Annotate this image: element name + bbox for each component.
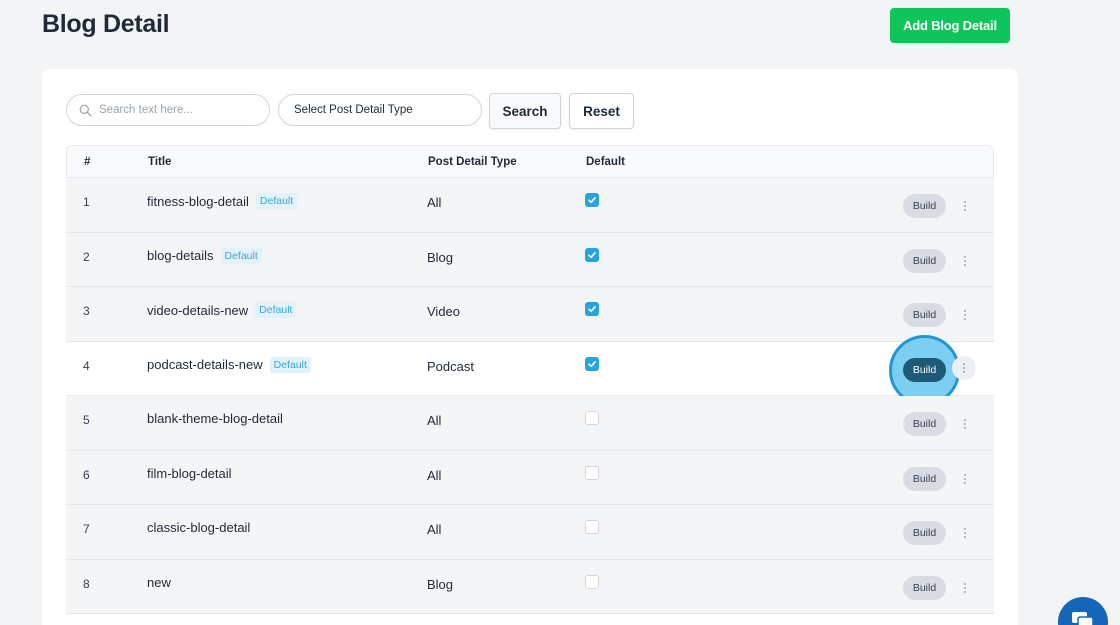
table-row: 1 fitness-blog-detail Default All Build [66,178,994,233]
more-vertical-icon [964,419,966,429]
row-title-cell: blog-details Default [147,247,262,264]
build-button[interactable]: Build [903,357,946,382]
row-post-detail-type: Podcast [427,358,474,374]
page-title: Blog Detail [42,10,170,38]
build-button[interactable]: Build [903,575,946,600]
default-badge: Default [255,302,297,318]
build-button[interactable]: Build [903,521,946,545]
row-title: new [147,574,171,590]
more-options-button[interactable] [959,416,971,432]
column-header-title: Title [148,156,172,168]
row-number: 6 [83,467,90,482]
post-detail-type-select[interactable]: Select Post Detail Type [278,94,482,126]
more-vertical-icon [964,473,966,484]
row-title: classic-blog-detail [147,520,251,535]
more-options-button[interactable] [959,253,971,269]
more-options-button[interactable] [959,471,971,487]
table-row: 2 blog-details Default Blog Build [66,232,994,287]
row-number: 2 [83,249,90,264]
row-post-detail-type: All [427,522,442,537]
table-body: 1 fitness-blog-detail Default All Build 2 blog… [66,178,994,614]
more-options-button[interactable] [959,580,971,596]
row-post-detail-type: Video [427,304,461,319]
chat-icon [1072,612,1094,625]
default-checkbox[interactable] [585,247,599,262]
row-number: 4 [83,358,90,373]
build-button[interactable]: Build [903,248,946,273]
reset-button[interactable]: Reset [569,93,634,129]
more-vertical-icon [964,310,966,320]
row-number: 3 [83,304,90,318]
row-title-cell: podcast-details-new Default [147,356,311,373]
more-options-button[interactable] [959,307,971,323]
check-icon [588,251,596,258]
more-options-button[interactable] [959,525,971,541]
table-row: 8 new Blog Build [66,559,994,614]
build-button[interactable]: Build [903,303,946,327]
more-vertical-icon [964,582,966,593]
default-badge: Default [269,356,311,373]
build-button[interactable]: Build [903,194,946,218]
row-post-detail-type: All [427,195,442,210]
column-header-default: Default [586,156,625,168]
row-post-detail-type: All [427,467,442,483]
default-badge: Default [255,193,298,209]
row-number: 1 [83,195,90,209]
table-row: 3 video-details-new Default Video Build [66,287,994,342]
more-vertical-icon [963,362,965,373]
more-options-button[interactable] [959,198,971,214]
row-number: 8 [83,576,90,591]
row-title: blank-theme-blog-detail [147,411,283,426]
default-checkbox[interactable] [585,411,599,425]
table-row: 6 film-blog-detail All Build [66,450,994,505]
row-number: 7 [83,522,90,536]
row-title: video-details-new [147,302,249,318]
default-checkbox[interactable] [585,574,599,589]
blog-detail-card: Select Post Detail Type Search Reset # T… [42,69,1018,625]
row-title: film-blog-detail [147,465,232,481]
column-header-post-detail-type: Post Detail Type [428,156,517,168]
row-title: fitness-blog-detail [147,193,249,209]
check-icon [588,360,596,367]
add-blog-detail-button[interactable]: Add Blog Detail [890,8,1010,43]
build-button[interactable]: Build [903,412,946,436]
build-button[interactable]: Build [903,466,946,491]
chat-button[interactable] [1058,597,1108,625]
column-header-number: # [84,156,91,168]
search-button[interactable]: Search [489,93,561,129]
search-field[interactable] [66,94,270,126]
row-title-cell: blank-theme-blog-detail [147,411,283,426]
row-title-cell: classic-blog-detail [147,520,250,535]
row-title-cell: video-details-new Default [147,302,297,318]
row-post-detail-type: All [427,413,442,428]
table-row: 4 podcast-details-new Default Podcast Build [66,334,994,406]
row-title: blog-details [147,248,214,263]
search-icon [79,104,92,116]
row-post-detail-type: Blog [427,249,454,265]
row-post-detail-type: Blog [427,576,454,592]
row-title-cell: new [147,575,171,590]
table-header: # Title Post Detail Type Default [66,145,994,178]
default-checkbox[interactable] [585,302,599,316]
check-icon [588,196,596,204]
check-icon [588,305,596,313]
default-badge: Default [220,247,262,264]
more-vertical-icon [964,528,966,538]
row-number: 5 [83,413,90,427]
default-checkbox[interactable] [585,356,599,371]
row-title: podcast-details-new [147,357,263,372]
blog-detail-table: # Title Post Detail Type Default 1 fitnes… [66,145,994,614]
more-vertical-icon [964,201,966,211]
row-title-cell: fitness-blog-detail Default [147,193,298,209]
default-checkbox[interactable] [585,465,599,480]
post-detail-type-select-label: Select Post Detail Type [294,104,413,116]
search-input[interactable] [99,104,259,116]
table-row: 5 blank-theme-blog-detail All Build [66,396,994,451]
row-title-cell: film-blog-detail [147,466,232,481]
more-vertical-icon [964,255,966,266]
more-options-button[interactable] [952,355,976,380]
default-checkbox[interactable] [585,520,599,534]
table-row: 7 classic-blog-detail All Build [66,505,994,560]
default-checkbox[interactable] [585,193,599,207]
